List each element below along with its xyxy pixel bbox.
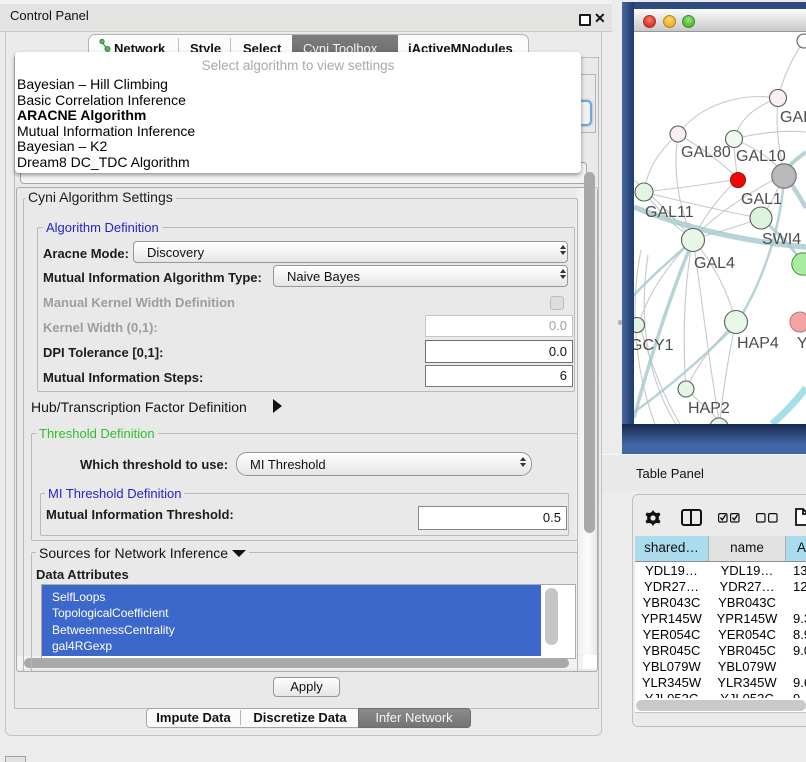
svg-text:SWI4: SWI4 <box>762 231 801 248</box>
svg-text:GAL11: GAL11 <box>645 204 694 221</box>
svg-text:GAL4: GAL4 <box>694 255 735 272</box>
svg-text:HAP4: HAP4 <box>737 335 779 352</box>
svg-text:GAL80: GAL80 <box>681 144 731 161</box>
svg-text:GAL1: GAL1 <box>741 191 782 208</box>
svg-text:HAP2: HAP2 <box>688 400 730 417</box>
svg-text:Y: Y <box>797 335 806 352</box>
svg-text:GAL: GAL <box>780 109 806 126</box>
svg-text:GAL10: GAL10 <box>736 148 786 165</box>
svg-text:GCY1: GCY1 <box>634 337 674 354</box>
